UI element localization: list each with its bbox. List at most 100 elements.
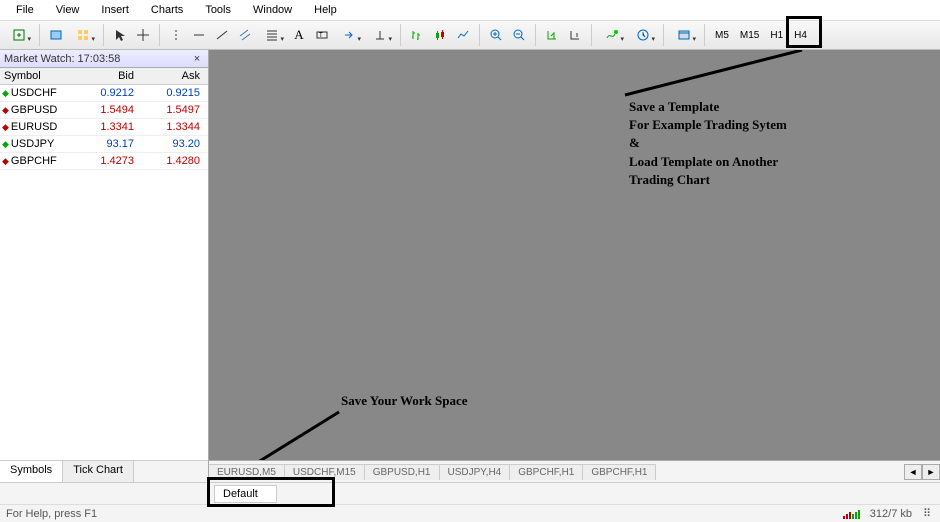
profile-bar: Default <box>0 482 940 504</box>
new-chart-button[interactable] <box>4 24 34 46</box>
col-symbol[interactable]: Symbol <box>0 68 72 84</box>
text-button[interactable]: A <box>288 24 310 46</box>
connection-bars-icon <box>843 509 860 519</box>
arrows-button[interactable] <box>334 24 364 46</box>
annotation-workspace-text: Save Your Work Space <box>341 392 468 410</box>
timeframe-m5[interactable]: M5 <box>710 24 734 46</box>
status-bar: For Help, press F1 312/7 kb ⠿ <box>0 504 940 522</box>
market-watch-header: Market Watch: 17:03:58 × <box>0 50 208 68</box>
market-watch-row[interactable]: ◆GBPCHF 1.42731.4280 <box>0 153 208 170</box>
arrows-icon <box>342 28 356 42</box>
shapes-button[interactable] <box>365 24 395 46</box>
menu-file[interactable]: File <box>6 2 44 18</box>
status-connection: 312/7 kb <box>870 508 912 520</box>
shift-button[interactable] <box>564 24 586 46</box>
chart-tab[interactable]: GBPUSD,H1 <box>365 464 440 480</box>
autoscroll-button[interactable] <box>541 24 563 46</box>
shift-icon <box>568 28 582 42</box>
annotation-template-text: Save a Template For Example Trading Syte… <box>629 98 787 189</box>
chart-tab[interactable]: GBPCHF,H1 <box>510 464 583 480</box>
bar-chart-button[interactable] <box>406 24 428 46</box>
hline-button[interactable] <box>188 24 210 46</box>
timeframe-m15[interactable]: M15 <box>735 24 764 46</box>
col-bid[interactable]: Bid <box>72 68 138 84</box>
scroll-left-button[interactable]: ◄ <box>904 464 922 480</box>
resize-grip-icon: ⠿ <box>920 507 934 520</box>
annotation-lines <box>209 50 940 482</box>
tab-tick-chart[interactable]: Tick Chart <box>63 461 134 482</box>
zoom-in-button[interactable] <box>485 24 507 46</box>
line-chart-button[interactable] <box>452 24 474 46</box>
indicator-icon <box>605 28 619 42</box>
svg-text:T: T <box>319 33 323 39</box>
menu-insert[interactable]: Insert <box>91 2 139 18</box>
symbol-name: GBPUSD <box>11 104 57 116</box>
channel-icon <box>238 28 252 42</box>
bid-price: 1.3341 <box>72 121 138 133</box>
ask-price: 1.3344 <box>138 121 204 133</box>
zoom-out-icon <box>512 28 526 42</box>
chart-tab[interactable]: GBPCHF,H1 <box>583 464 656 480</box>
grid-icon <box>76 28 90 42</box>
crosshair-button[interactable] <box>132 24 154 46</box>
market-watch-row[interactable]: ◆USDCHF0.92120.9215 <box>0 85 208 102</box>
channel-button[interactable] <box>234 24 256 46</box>
line-icon <box>456 28 470 42</box>
profiles-dropdown[interactable] <box>68 24 98 46</box>
candle-chart-button[interactable] <box>429 24 451 46</box>
bid-price: 1.5494 <box>72 104 138 116</box>
arrow-up-icon: ◆ <box>2 88 9 99</box>
cursor-button[interactable] <box>109 24 131 46</box>
arrow-down-icon: ◆ <box>2 156 9 167</box>
trendline-button[interactable] <box>211 24 233 46</box>
profiles-button[interactable] <box>45 24 67 46</box>
annotation-box-profile <box>207 477 335 507</box>
scroll-right-button[interactable]: ► <box>922 464 940 480</box>
market-watch-title: Market Watch: 17:03:58 <box>4 53 120 65</box>
symbol-name: GBPCHF <box>11 155 57 167</box>
candles-icon <box>433 28 447 42</box>
autoscroll-icon <box>545 28 559 42</box>
ask-price: 1.4280 <box>138 155 204 167</box>
market-watch-panel: Market Watch: 17:03:58 × Symbol Bid Ask … <box>0 50 209 482</box>
market-watch-row[interactable]: ◆GBPUSD1.54941.5497 <box>0 102 208 119</box>
tab-symbols[interactable]: Symbols <box>0 461 63 482</box>
chart-area[interactable]: Save a Template For Example Trading Syte… <box>209 50 940 482</box>
bid-price: 1.4273 <box>72 155 138 167</box>
market-watch-row[interactable]: ◆USDJPY93.1793.20 <box>0 136 208 153</box>
annotation-box-template <box>786 16 822 48</box>
indicators-button[interactable] <box>597 24 627 46</box>
col-ask[interactable]: Ask <box>138 68 204 84</box>
ask-price: 93.20 <box>138 138 204 150</box>
market-watch-tabs: Symbols Tick Chart <box>0 460 208 482</box>
menu-view[interactable]: View <box>46 2 90 18</box>
crosshair-icon <box>136 28 150 42</box>
bars-icon <box>410 28 424 42</box>
fibo-icon <box>265 28 279 42</box>
menu-charts[interactable]: Charts <box>141 2 193 18</box>
timeframe-h1[interactable]: H1 <box>765 24 788 46</box>
symbol-name: USDJPY <box>11 138 54 150</box>
symbol-name: USDCHF <box>11 87 57 99</box>
menu-help[interactable]: Help <box>304 2 347 18</box>
market-watch-row[interactable]: ◆EURUSD1.33411.3344 <box>0 119 208 136</box>
periodicity-button[interactable] <box>628 24 658 46</box>
chart-tab[interactable]: USDJPY,H4 <box>440 464 511 480</box>
menu-tools[interactable]: Tools <box>195 2 241 18</box>
trendline-icon <box>215 28 229 42</box>
template-icon <box>677 28 691 42</box>
plus-icon <box>12 28 26 42</box>
arrow-down-icon: ◆ <box>2 105 9 116</box>
zoom-out-button[interactable] <box>508 24 530 46</box>
ask-price: 0.9215 <box>138 87 204 99</box>
shape-icon <box>373 28 387 42</box>
bid-price: 93.17 <box>72 138 138 150</box>
close-icon[interactable]: × <box>190 53 204 65</box>
fibo-button[interactable] <box>257 24 287 46</box>
vline-button[interactable] <box>165 24 187 46</box>
cursor-icon <box>113 28 127 42</box>
symbol-name: EURUSD <box>11 121 57 133</box>
label-button[interactable]: T <box>311 24 333 46</box>
menu-window[interactable]: Window <box>243 2 302 18</box>
template-button[interactable] <box>669 24 699 46</box>
